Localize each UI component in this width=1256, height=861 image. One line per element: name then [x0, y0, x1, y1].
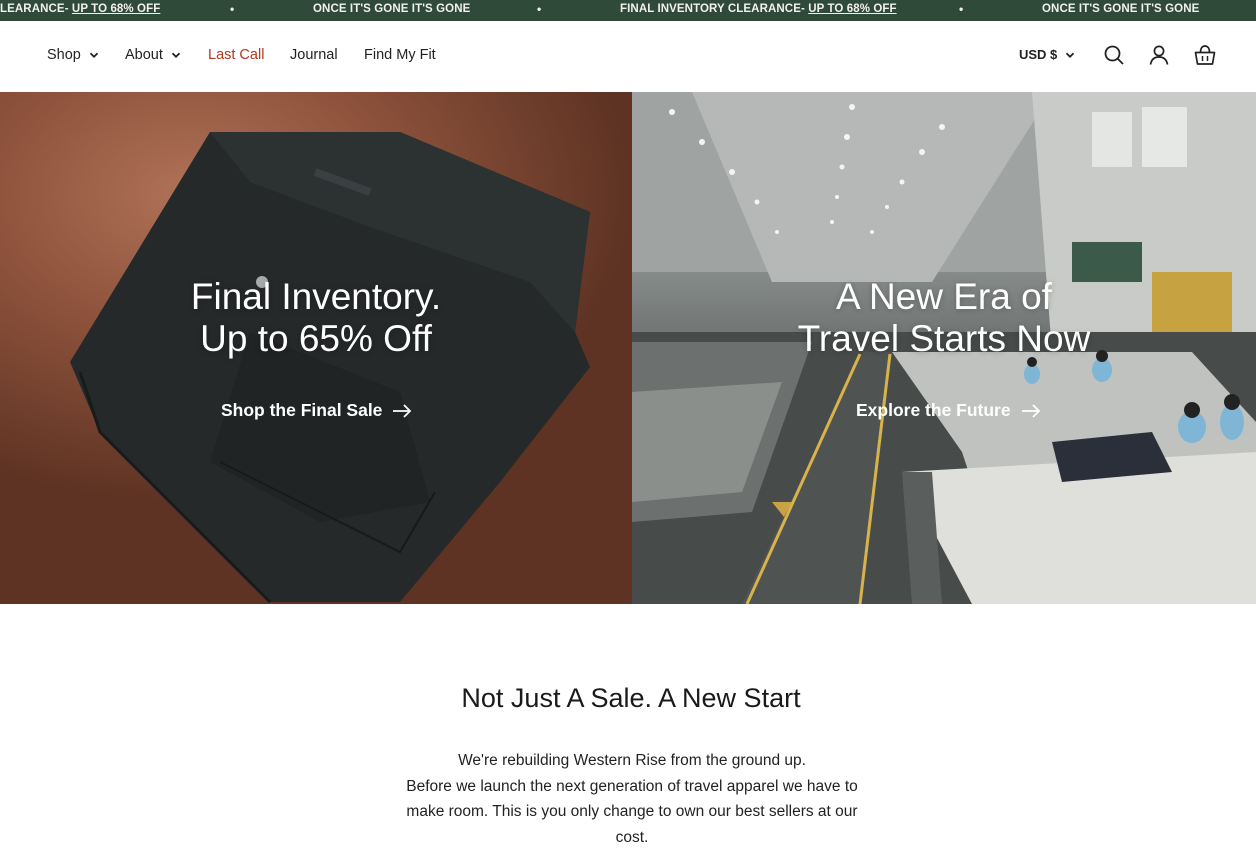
arrow-right-icon: [1021, 403, 1040, 418]
arrow-right-icon: [393, 403, 412, 418]
announcement-item: ONCE IT'S GONE IT'S GONE: [1042, 3, 1200, 15]
search-icon[interactable]: [1103, 44, 1125, 66]
pants-image: [70, 132, 590, 604]
nav-item-label: About: [125, 47, 163, 63]
announcement-separator: •: [230, 2, 235, 16]
cta-label: Explore the Future: [856, 400, 1011, 420]
cart-icon[interactable]: [1194, 44, 1216, 66]
hero-panel-final-sale[interactable]: Final Inventory. Up to 65% Off Shop the …: [0, 92, 632, 604]
chevron-down-icon: [1066, 52, 1075, 58]
currency-label: USD $: [1019, 47, 1058, 62]
cta-label: Shop the Final Sale: [221, 400, 383, 420]
nav-item-label: Find My Fit: [364, 47, 436, 63]
nav-item-label: Last Call: [208, 47, 265, 63]
hero-panel-new-era[interactable]: A New Era of Travel Starts Now Explore t…: [632, 92, 1256, 604]
announcement-link[interactable]: UP TO 68% OFF: [808, 3, 896, 15]
announcement-item: LEARANCE- UP TO 68% OFF: [0, 3, 161, 15]
nav-item-label: Shop: [47, 47, 81, 63]
site-header: Shop About Last Call Journal Find My Fit…: [0, 21, 1256, 92]
hero-title: Final Inventory. Up to 65% Off: [190, 276, 442, 359]
announcement-separator: •: [537, 2, 542, 16]
account-icon[interactable]: [1148, 44, 1170, 66]
announcement-item: ONCE IT'S GONE IT'S GONE: [313, 3, 471, 15]
announcement-bar: LEARANCE- UP TO 68% OFF • ONCE IT'S GONE…: [0, 0, 1256, 21]
nav-item-shop[interactable]: Shop: [47, 47, 99, 63]
intro-body: We're rebuilding Western Rise from the g…: [396, 748, 868, 850]
chevron-down-icon: [171, 52, 181, 58]
nav-item-about[interactable]: About: [125, 47, 181, 63]
nav-item-journal[interactable]: Journal: [290, 47, 338, 63]
nav-item-last-call[interactable]: Last Call: [208, 47, 264, 63]
intro-heading: Not Just A Sale. A New Start: [461, 683, 801, 713]
explore-future-link[interactable]: Explore the Future: [856, 400, 1041, 421]
announcement-item: FINAL INVENTORY CLEARANCE- UP TO 68% OFF: [620, 3, 897, 15]
announcement-link[interactable]: UP TO 68% OFF: [72, 3, 160, 15]
nav-item-label: Journal: [290, 47, 338, 63]
currency-selector[interactable]: USD $: [1019, 47, 1075, 62]
chevron-down-icon: [89, 52, 99, 58]
intro-line: We're rebuilding Western Rise from the g…: [458, 752, 806, 769]
intro-line: Before we launch the next generation of …: [406, 777, 858, 846]
hero-title: A New Era of Travel Starts Now: [797, 276, 1091, 359]
shop-final-sale-link[interactable]: Shop the Final Sale: [221, 400, 412, 421]
announcement-separator: •: [959, 2, 964, 16]
nav-item-find-my-fit[interactable]: Find My Fit: [364, 47, 436, 63]
